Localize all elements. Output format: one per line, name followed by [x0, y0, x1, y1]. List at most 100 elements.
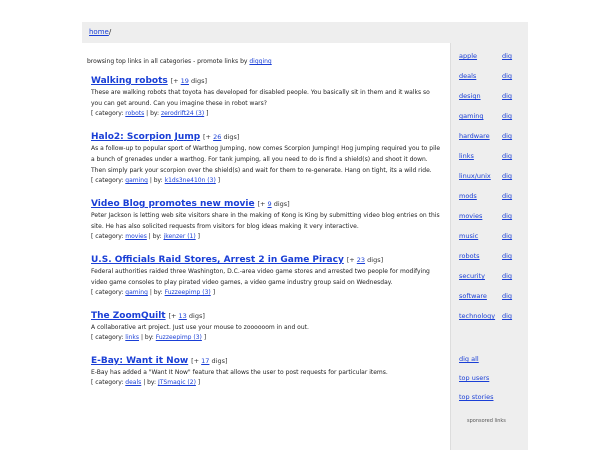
sidebar-category-row: hardware dig: [451, 130, 528, 144]
story-title-link[interactable]: Walking robots: [91, 76, 168, 86]
sidebar-category-row: linux/unix dig: [451, 170, 528, 184]
sidebar-extra-link[interactable]: top users: [459, 374, 489, 382]
story-category-link[interactable]: links: [125, 334, 139, 341]
category-sidebar: apple dig deals dig design dig gaming dig hardwa…: [450, 43, 528, 450]
story-category-link[interactable]: deals: [125, 379, 141, 386]
meta-close: ]: [197, 233, 200, 240]
story-title-link[interactable]: The ZoomQuilt: [91, 311, 166, 321]
digg-count-link[interactable]: 17: [201, 357, 209, 365]
sidebar-category-row: apple dig: [451, 50, 528, 64]
sidebar-dig-link[interactable]: dig: [502, 72, 512, 80]
digg-page: home/ browsing top links in all categori…: [82, 22, 528, 450]
meta-by-label: | by:: [149, 289, 163, 296]
sidebar-dig-link[interactable]: dig: [502, 172, 512, 180]
digg-count-link[interactable]: 26: [213, 133, 221, 141]
sidebar-dig-link[interactable]: dig: [502, 312, 512, 320]
story-item: Walking robots [+ 19 digs] These are walk…: [91, 75, 441, 119]
digg-count-link[interactable]: 19: [181, 77, 189, 85]
meta-category-label: [ category:: [91, 289, 124, 296]
sidebar-category-row: technology dig: [451, 310, 528, 324]
sidebar-category-row: gaming dig: [451, 110, 528, 124]
sidebar-dig-link[interactable]: dig: [502, 152, 512, 160]
story-headline: Walking robots [+ 19 digs]: [91, 75, 441, 87]
story-item: E-Bay: Want it Now [+ 17 digs] E-Bay has …: [91, 355, 441, 388]
sidebar-dig-link[interactable]: dig: [502, 272, 512, 280]
sidebar-dig-link[interactable]: dig: [502, 252, 512, 260]
digg-count-close: digs]: [191, 77, 208, 85]
story-headline: Halo2: Scorpion Jump [+ 26 digs]: [91, 131, 441, 143]
sidebar-dig-link[interactable]: dig: [502, 192, 512, 200]
sidebar-dig-link[interactable]: dig: [502, 132, 512, 140]
sidebar-extra-link[interactable]: dig all: [459, 355, 479, 363]
story-meta: [ category: links | by: Fuzzeepimp (3) ]: [91, 333, 441, 343]
meta-category-label: [ category:: [91, 233, 124, 240]
sidebar-category-link[interactable]: movies: [459, 212, 482, 220]
story-user-link[interactable]: Fuzzeepimp (3): [156, 334, 202, 341]
digg-count: [+ 9 digs]: [257, 200, 289, 208]
story-user-link[interactable]: jkenzer (1): [164, 233, 196, 240]
sidebar-category-link[interactable]: design: [459, 92, 481, 100]
story-meta: [ category: deals | by: JTSmagic (2) ]: [91, 378, 441, 388]
story-user-link[interactable]: JTSmagic (2): [158, 379, 196, 386]
story-title-link[interactable]: Halo2: Scorpion Jump: [91, 132, 200, 142]
sidebar-dig-link[interactable]: dig: [502, 292, 512, 300]
sidebar-category-link[interactable]: technology: [459, 312, 495, 320]
sidebar-dig-link[interactable]: dig: [502, 212, 512, 220]
meta-category-label: [ category:: [91, 379, 124, 386]
digg-count-open: [+: [191, 357, 200, 365]
digg-count: [+ 17 digs]: [191, 357, 227, 365]
story-list: Walking robots [+ 19 digs] These are walk…: [91, 75, 441, 400]
sidebar-dig-link[interactable]: dig: [502, 112, 512, 120]
story-title-link[interactable]: U.S. Officials Raid Stores, Arrest 2 in …: [91, 255, 344, 265]
sidebar-category-link[interactable]: deals: [459, 72, 476, 80]
digg-count-link[interactable]: 13: [179, 312, 187, 320]
story-meta: [ category: gaming | by: k1ds3ne410n (3)…: [91, 176, 441, 186]
story-title-link[interactable]: E-Bay: Want it Now: [91, 356, 188, 366]
sidebar-dig-link[interactable]: dig: [502, 92, 512, 100]
story-category-link[interactable]: gaming: [125, 289, 148, 296]
story-user-link[interactable]: k1ds3ne410n (3): [165, 177, 216, 184]
sidebar-dig-link[interactable]: dig: [502, 232, 512, 240]
sidebar-category-link[interactable]: gaming: [459, 112, 484, 120]
story-description: Peter Jackson is letting web site visito…: [91, 212, 440, 230]
story-title-link[interactable]: Video Blog promotes new movie: [91, 199, 255, 209]
sidebar-category-link[interactable]: mods: [459, 192, 477, 200]
sidebar-category-link[interactable]: linux/unix: [459, 172, 491, 180]
digg-count-link[interactable]: 9: [268, 200, 272, 208]
story-description: Federal authorities raided three Washing…: [91, 268, 430, 286]
digg-count-link[interactable]: 23: [357, 256, 365, 264]
story-item: Video Blog promotes new movie [+ 9 digs]…: [91, 198, 441, 242]
sidebar-category-link[interactable]: hardware: [459, 132, 490, 140]
story-category-link[interactable]: robots: [125, 110, 144, 117]
story-user-link[interactable]: Fuzzeepimp (3): [165, 289, 211, 296]
story-headline: E-Bay: Want it Now [+ 17 digs]: [91, 355, 441, 367]
story-headline: Video Blog promotes new movie [+ 9 digs]: [91, 198, 441, 210]
sidebar-dig-link[interactable]: dig: [502, 52, 512, 60]
meta-category-label: [ category:: [91, 110, 124, 117]
digg-count-open: [+: [346, 256, 355, 264]
digg-count-open: [+: [203, 133, 211, 141]
sidebar-category-row: movies dig: [451, 210, 528, 224]
sidebar-extra-link[interactable]: top stories: [459, 393, 494, 401]
intro-text: browsing top links in all categories - p…: [87, 58, 272, 65]
breadcrumb-home-link[interactable]: home: [89, 28, 109, 36]
intro-label: browsing top links in all categories - p…: [87, 58, 248, 65]
story-category-link[interactable]: movies: [125, 233, 147, 240]
story-meta: [ category: robots | by: zerodrift24 (3)…: [91, 109, 441, 119]
story-category-link[interactable]: gaming: [125, 177, 148, 184]
sidebar-category-link[interactable]: links: [459, 152, 474, 160]
digg-count-close: digs]: [367, 256, 384, 264]
story-item: Halo2: Scorpion Jump [+ 26 digs] As a fol…: [91, 131, 441, 186]
story-description: These are walking robots that toyota has…: [91, 89, 430, 107]
sidebar-category-link[interactable]: apple: [459, 52, 477, 60]
sidebar-category-link[interactable]: security: [459, 272, 485, 280]
breadcrumb-separator: /: [108, 28, 112, 36]
sidebar-category-link[interactable]: robots: [459, 252, 480, 260]
story-user-link[interactable]: zerodrift24 (3): [161, 110, 204, 117]
meta-by-label: | by:: [143, 379, 157, 386]
digging-link[interactable]: digging: [249, 58, 271, 65]
digg-count-open: [+: [170, 77, 179, 85]
sidebar-category-link[interactable]: music: [459, 232, 478, 240]
breadcrumb: home/: [89, 28, 111, 36]
sidebar-category-link[interactable]: software: [459, 292, 487, 300]
